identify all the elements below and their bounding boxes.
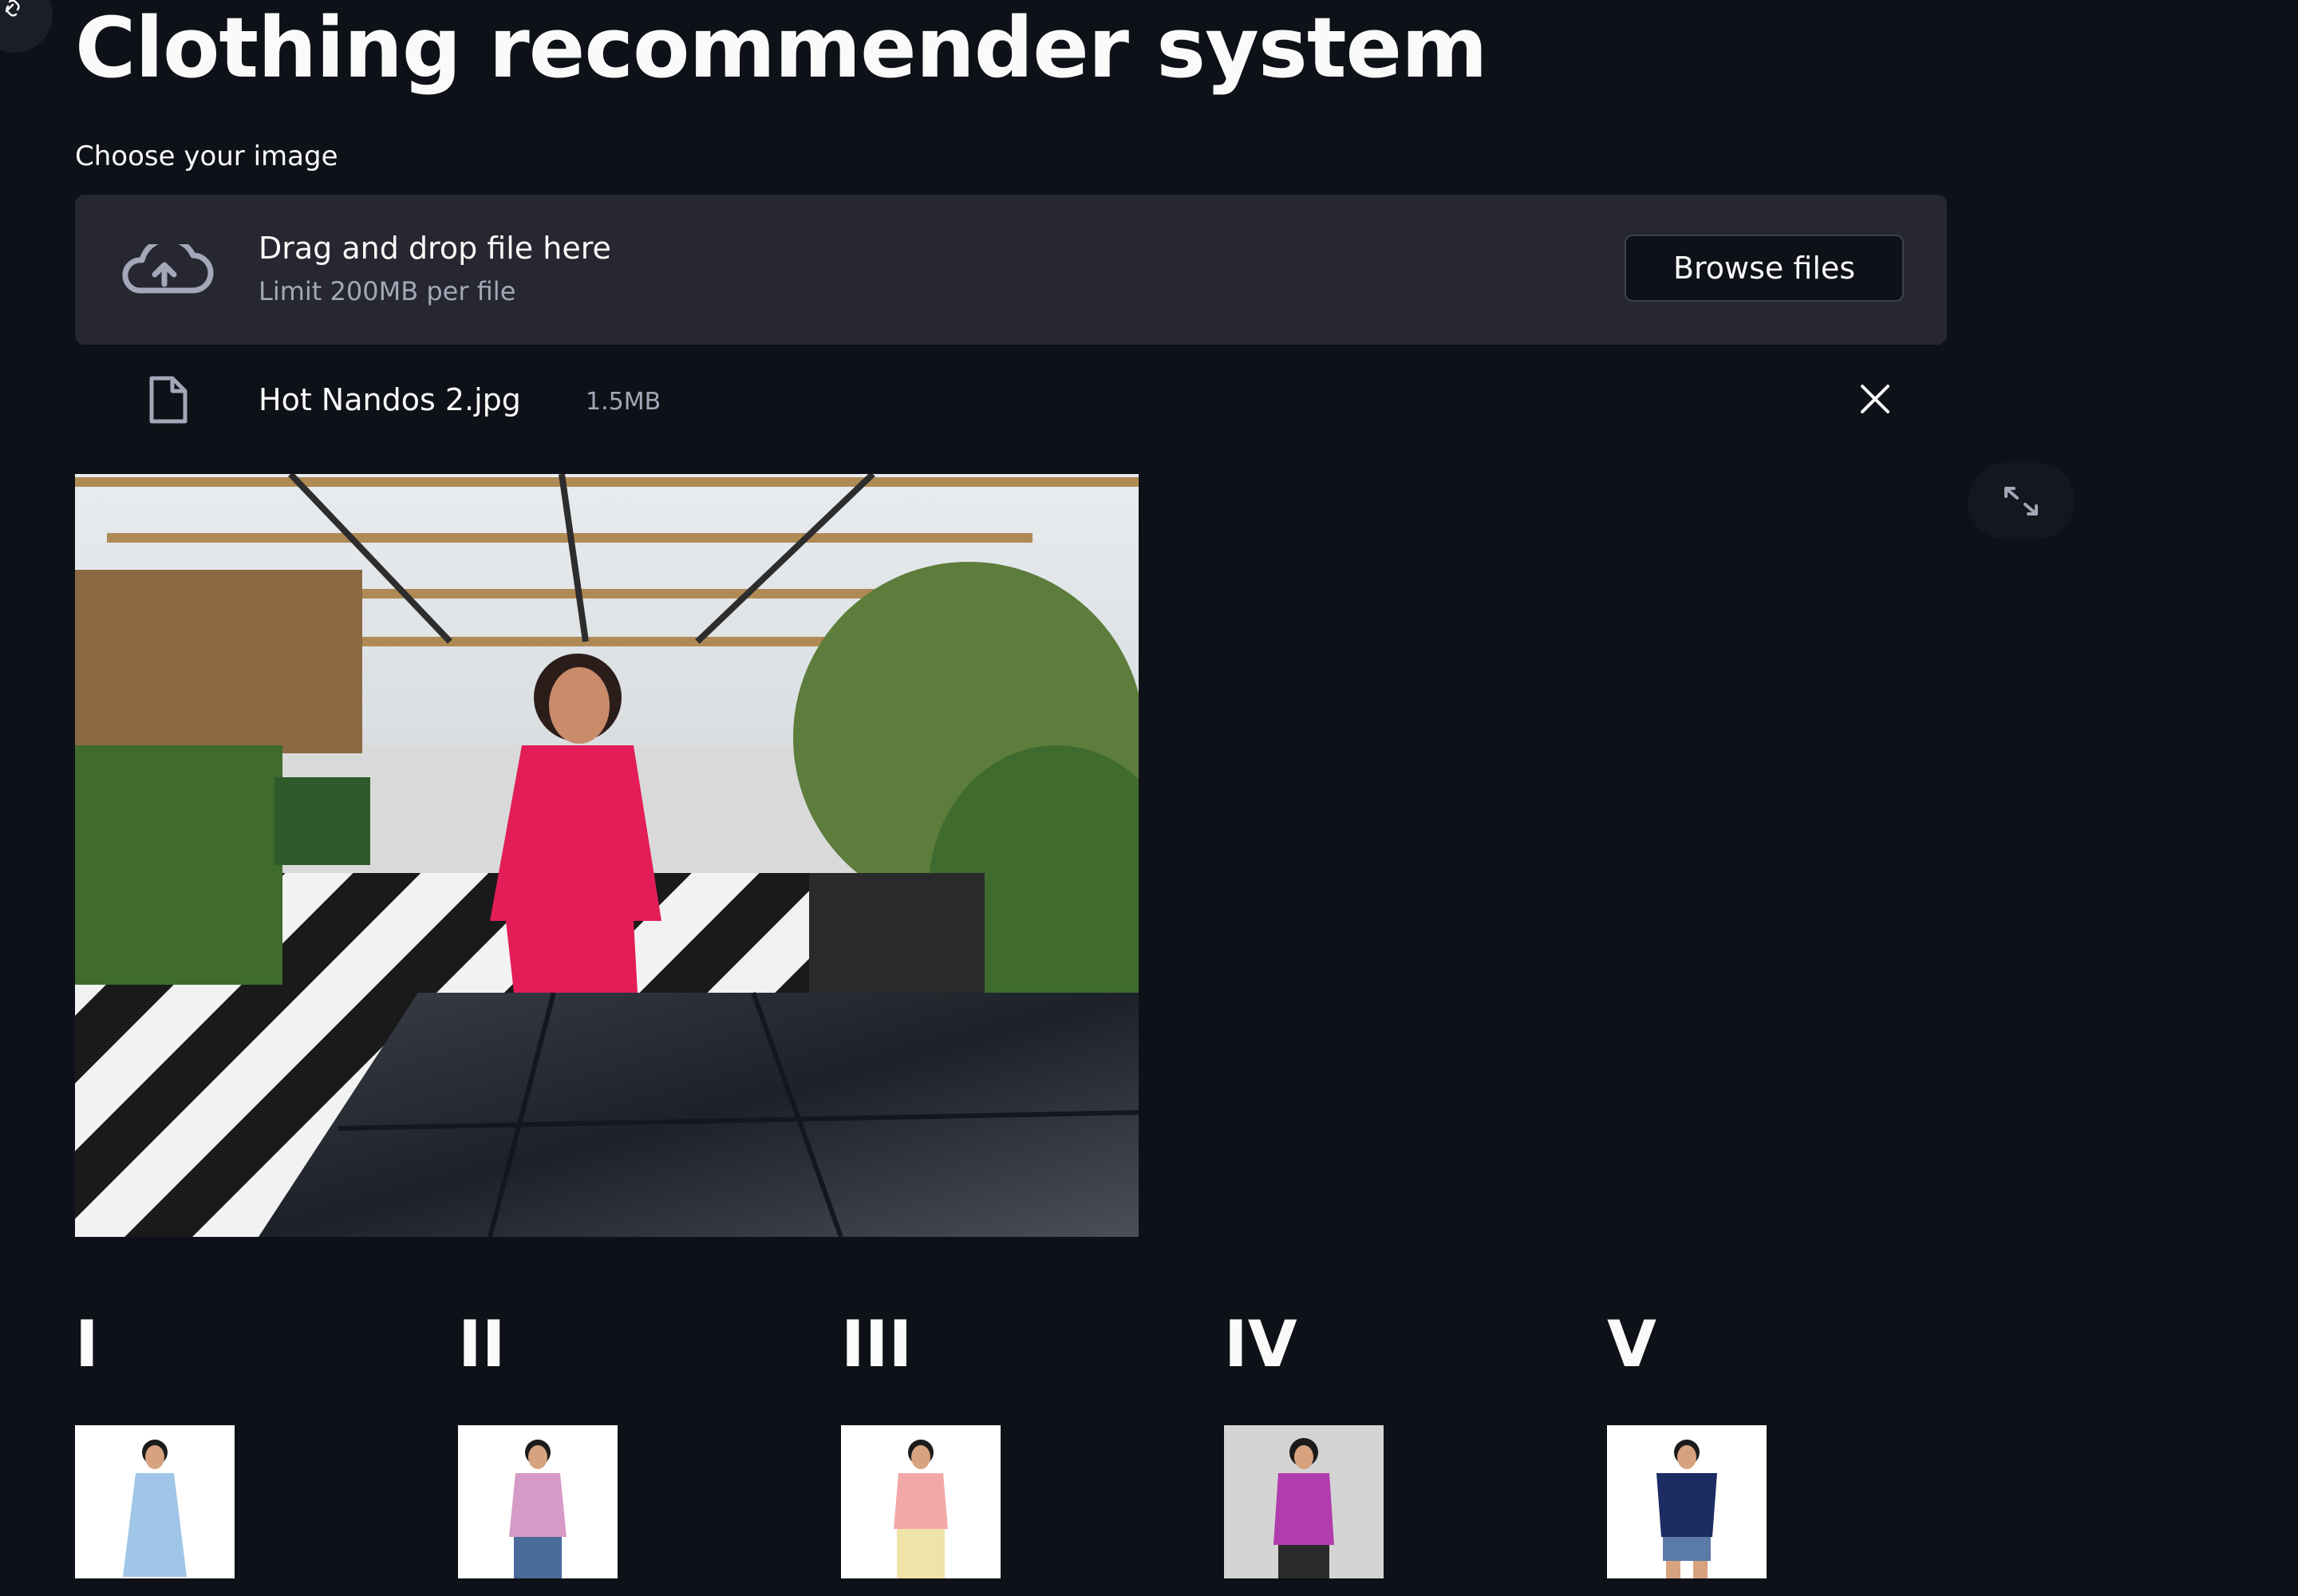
uploaded-image-preview [75, 474, 1139, 1237]
app-page: Clothing recommender system Choose your … [0, 0, 2298, 1596]
recommendation-1: I [75, 1307, 314, 1578]
dropzone-text: Drag and drop file here Limit 200MB per … [259, 228, 611, 310]
shirt-shape [894, 1473, 948, 1529]
fullscreen-button[interactable] [1968, 463, 2075, 539]
recommendation-heading: I [75, 1307, 99, 1381]
recommendation-image[interactable] [1607, 1425, 1767, 1578]
recommendation-5: V [1607, 1307, 1846, 1578]
recommendation-heading: III [841, 1307, 913, 1381]
recommendation-4: IV [1224, 1307, 1463, 1578]
recommendation-image[interactable] [75, 1425, 235, 1578]
recommendation-image[interactable] [841, 1425, 1001, 1578]
recommendation-heading: IV [1224, 1307, 1297, 1381]
recommendation-3: III [841, 1307, 1080, 1578]
shirt-shape [1656, 1473, 1717, 1537]
file-size-limit: Limit 200MB per file [259, 276, 516, 306]
browse-files-button[interactable]: Browse files [1625, 235, 1904, 302]
uploaded-file-size: 1.5MB [586, 388, 661, 416]
shirt-shape [509, 1473, 567, 1537]
link-icon[interactable] [0, 0, 53, 53]
uploaded-file-row: Hot Nandos 2.jpg 1.5MB [75, 367, 1947, 431]
recommendation-heading: V [1607, 1307, 1656, 1381]
page-title: Clothing recommender system [75, 0, 1487, 97]
uploader-label: Choose your image [75, 140, 338, 172]
drop-instructions: Drag and drop file here [259, 231, 611, 266]
recommendation-image[interactable] [1224, 1425, 1384, 1578]
uploaded-file-name: Hot Nandos 2.jpg [259, 382, 521, 417]
recommendation-image[interactable] [458, 1425, 618, 1578]
cloud-upload-icon [115, 236, 214, 298]
recommendation-2: II [458, 1307, 697, 1578]
file-dropzone[interactable]: Drag and drop file here Limit 200MB per … [75, 195, 1947, 345]
close-icon[interactable] [1859, 383, 1891, 418]
file-icon [139, 375, 195, 429]
recommendation-heading: II [458, 1307, 506, 1381]
shirt-shape [1273, 1473, 1334, 1545]
